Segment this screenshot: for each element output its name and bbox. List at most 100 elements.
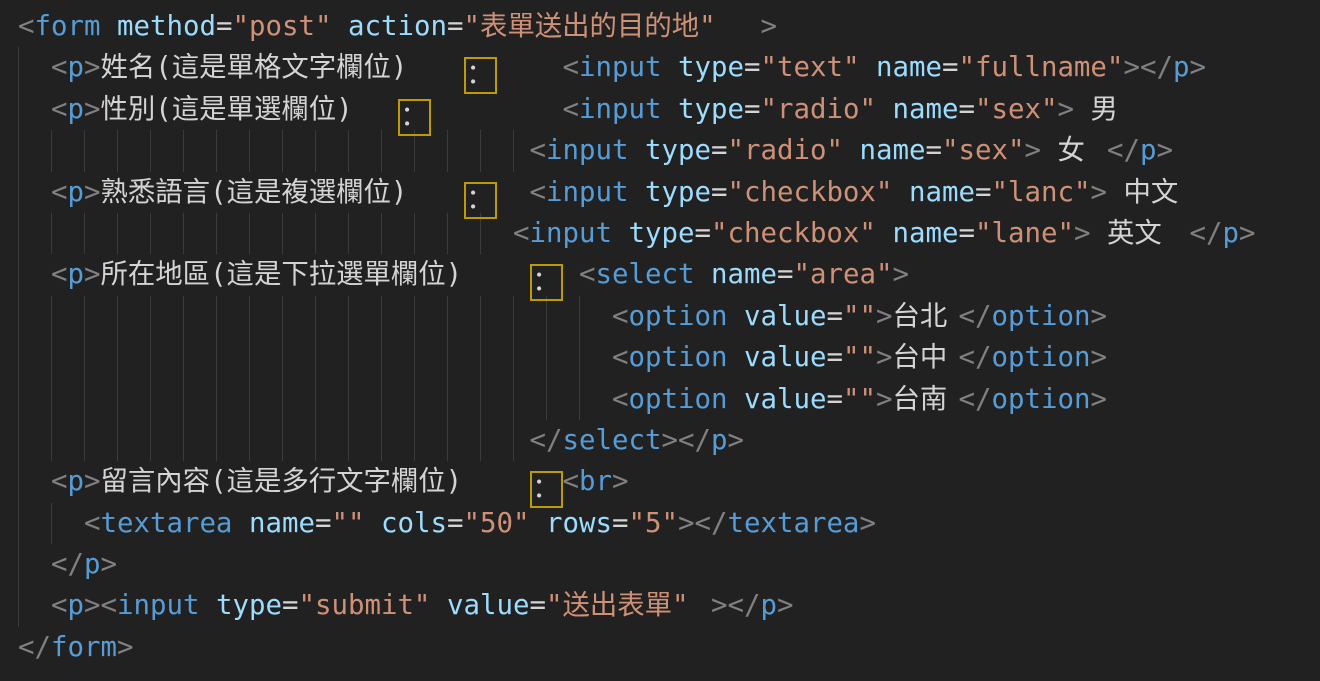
code-token: >: [84, 585, 101, 626]
code-token: </: [959, 296, 992, 337]
code-line: <textarea name="" cols="50" rows="5"></t…: [18, 503, 1320, 544]
code-token: "radio": [761, 89, 877, 130]
code-token: =: [926, 130, 943, 171]
code-token: <: [101, 585, 118, 626]
code-token: type: [678, 89, 744, 130]
code-token: <: [513, 213, 530, 254]
code-token: type: [216, 585, 282, 626]
code-token: p: [84, 544, 101, 585]
code-token: [497, 47, 563, 88]
code-token: <: [18, 6, 35, 47]
code-token: p: [761, 585, 778, 626]
code-token: "fullname": [959, 47, 1124, 88]
code-token: name: [249, 503, 315, 544]
code-token: p: [68, 89, 85, 130]
code-token: type: [678, 47, 744, 88]
code-token: [612, 213, 629, 254]
code-token: =: [711, 172, 728, 213]
code-token: 台北: [893, 296, 959, 337]
code-token: form: [35, 6, 101, 47]
code-token: >: [728, 420, 745, 461]
code-token: input: [530, 213, 613, 254]
code-token: 台南: [893, 379, 959, 420]
code-token: "post": [233, 6, 332, 47]
code-token: [893, 172, 910, 213]
code-token: >: [876, 337, 893, 378]
code-token: form: [51, 627, 117, 668]
code-token: =: [447, 503, 464, 544]
unicode-highlight-box: ：: [398, 99, 431, 136]
code-token: >: [84, 47, 101, 88]
code-token: option: [992, 379, 1091, 420]
code-token: =: [942, 47, 959, 88]
code-token: cols: [381, 503, 447, 544]
code-token: [563, 254, 580, 295]
code-token: >: [893, 254, 910, 295]
code-line: <option value="">台北</option>: [18, 296, 1320, 337]
code-line: <option value="">台南</option>: [18, 379, 1320, 420]
code-token: >: [1239, 213, 1256, 254]
code-token: name: [893, 213, 959, 254]
code-token: [233, 503, 250, 544]
code-token: name: [909, 172, 975, 213]
code-token: [629, 172, 646, 213]
code-token: =: [744, 47, 761, 88]
code-token: p: [68, 47, 85, 88]
code-token: p: [1140, 130, 1157, 171]
code-token: "": [843, 337, 876, 378]
code-token: input: [117, 585, 200, 626]
code-token: name: [711, 254, 777, 295]
code-token: p: [68, 585, 85, 626]
code-token: 姓名(這是單格文字欄位): [101, 47, 464, 88]
code-token: >: [84, 172, 101, 213]
code-token: method: [117, 6, 216, 47]
code-token: =: [216, 6, 233, 47]
code-token: action: [348, 6, 447, 47]
code-token: >: [84, 254, 101, 295]
code-token: [662, 89, 679, 130]
code-token: </: [18, 627, 51, 668]
code-token: option: [629, 379, 728, 420]
code-token: =: [315, 503, 332, 544]
code-token: [431, 585, 448, 626]
code-token: >: [1091, 379, 1108, 420]
code-token: 女: [1041, 130, 1107, 171]
code-token: name: [893, 89, 959, 130]
code-token: <: [84, 503, 101, 544]
code-token: "5": [629, 503, 679, 544]
code-token: 性別(這是單選欄位): [101, 89, 398, 130]
code-token: "text": [761, 47, 860, 88]
code-line: <p><input type="submit" value="送出表單"></p…: [18, 585, 1320, 626]
code-token: name: [876, 47, 942, 88]
code-token: [497, 172, 530, 213]
code-token: option: [992, 337, 1091, 378]
code-token: <: [563, 89, 580, 130]
code-token: [695, 254, 712, 295]
code-token: p: [1223, 213, 1240, 254]
code-line: <input type="radio" name="sex"> 女 </p>: [18, 130, 1320, 171]
code-token: [365, 503, 382, 544]
code-token: >: [761, 6, 778, 47]
code-token: =: [530, 585, 547, 626]
code-token: p: [68, 254, 85, 295]
code-token: "lanc": [992, 172, 1091, 213]
code-token: [332, 6, 349, 47]
code-editor[interactable]: <form method="post" action="表單送出的目的地"><p…: [0, 0, 1320, 681]
code-token: p: [711, 420, 728, 461]
code-token: >: [1074, 213, 1091, 254]
code-token: >: [1124, 47, 1141, 88]
code-token: >: [117, 627, 134, 668]
code-token: >: [1091, 172, 1108, 213]
unicode-highlight-box: ：: [530, 264, 563, 301]
code-token: >: [1058, 89, 1075, 130]
code-token: <: [612, 296, 629, 337]
code-token: p: [68, 461, 85, 502]
code-token: =: [612, 503, 629, 544]
code-token: [200, 585, 217, 626]
code-token: <: [530, 172, 547, 213]
code-token: [530, 503, 547, 544]
code-token: =: [959, 89, 976, 130]
code-token: </: [51, 544, 84, 585]
code-token: [728, 379, 745, 420]
code-token: <: [51, 47, 68, 88]
